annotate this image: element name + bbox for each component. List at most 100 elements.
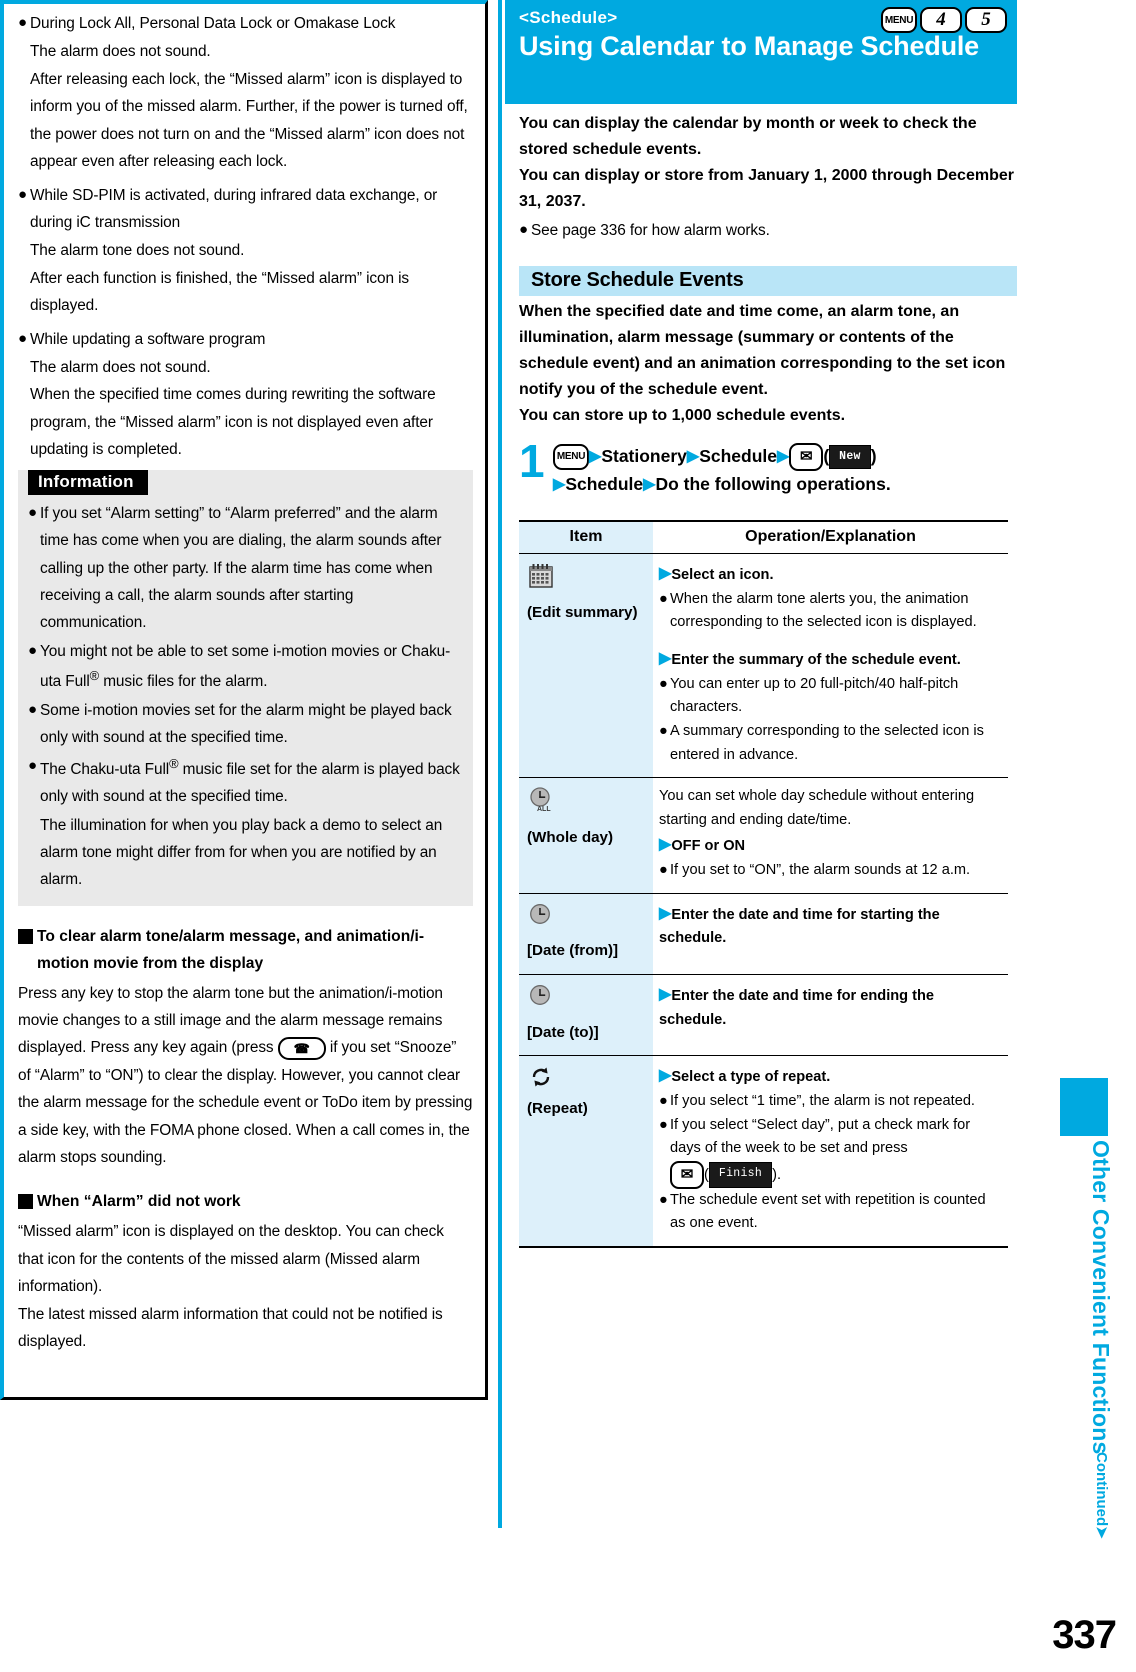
arrow-icon: ▶	[589, 447, 602, 465]
arrow-icon: ▶	[659, 1067, 672, 1085]
operation-bullet-text: If you select “Select day”, put a check …	[670, 1114, 1002, 1189]
table-cell-item: ALL (Whole day)	[519, 777, 653, 894]
table-cell-operation: You can set whole day schedule without e…	[653, 777, 1008, 894]
note-line: After releasing each lock, the “Missed a…	[30, 70, 468, 171]
table-item-label: [Date (to)]	[527, 1023, 599, 1041]
step-number: 1	[519, 434, 545, 487]
information-list: ● If you set “Alarm setting” to “Alarm p…	[28, 500, 463, 894]
information-item-text: You might not be able to set some i-moti…	[40, 642, 451, 691]
operation-heading: ▶Enter the date and time for ending the …	[659, 982, 1002, 1032]
operation-heading-text: Enter the date and time for starting the…	[659, 906, 940, 947]
information-item-text: Some i-motion movies set for the alarm m…	[40, 701, 452, 747]
right-column-content: You can display the calendar by month or…	[505, 111, 1017, 1249]
operation-bullet: ● If you select “1 time”, the alarm is n…	[659, 1090, 1002, 1114]
subheading-alarm-not-work: When “Alarm” did not work	[18, 1189, 473, 1216]
body-part-b: if you set “Snooze” of “Alarm” to “ON”) …	[18, 1039, 473, 1167]
lead-bullet: ● See page 336 for how alarm works.	[519, 217, 1017, 244]
arrow-icon: ▶	[659, 986, 672, 1004]
step-1: 1 MENU ▶Stationery▶Schedule▶ ✉(New) ▶Sched…	[519, 434, 1017, 499]
note-line: When the specified time comes during rew…	[30, 386, 436, 459]
lead-bullet-text: See page 336 for how alarm works.	[531, 221, 770, 239]
operation-bullet-text: When the alarm tone alerts you, the anim…	[670, 590, 977, 631]
operation-bullet: ● When the alarm tone alerts you, the an…	[659, 588, 1002, 635]
right-column: <Schedule> Using Calendar to Manage Sche…	[505, 0, 1017, 1249]
table-cell-operation: ▶Enter the date and time for ending the …	[653, 974, 1008, 1057]
step-part-2: Schedule	[699, 445, 778, 466]
note-bullet-title: During Lock All, Personal Data Lock or O…	[30, 15, 396, 32]
lead-line-2: You can display or store from January 1,…	[519, 166, 1014, 210]
table-item-label: (Edit summary)	[527, 603, 638, 621]
operation-bullet-text: You can enter up to 20 full-pitch/40 hal…	[670, 675, 959, 716]
arrow-icon: ▶	[553, 475, 566, 493]
note-bullet-title: While updating a software program	[30, 330, 266, 348]
operation-heading: ▶OFF or ON	[659, 832, 1002, 859]
arrow-icon: ▶	[659, 904, 672, 922]
note-bullet-title: While SD-PIM is activated, during infrar…	[30, 186, 438, 231]
operation-heading-text: Enter the summary of the schedule event.	[671, 652, 961, 668]
black-square-icon	[18, 1194, 33, 1210]
operation-bullet-text-b: ).	[772, 1166, 782, 1183]
operation-bullet: ● If you set to “ON”, the alarm sounds a…	[659, 859, 1002, 883]
information-item: ● You might not be able to set some i-mo…	[28, 638, 463, 696]
note-item: ● During Lock All, Personal Data Lock or…	[18, 10, 473, 176]
information-item: ● If you set “Alarm setting” to “Alarm p…	[28, 500, 463, 637]
operation-heading-text: OFF or ON	[671, 838, 746, 855]
table-row: ALL (Whole day) You can set whole day sc…	[519, 777, 1008, 894]
bullet-dot: ●	[18, 185, 27, 203]
section-banner: <Schedule> Using Calendar to Manage Sche…	[505, 0, 1017, 104]
subheading-clear-alarm: To clear alarm tone/alarm message, and a…	[18, 924, 473, 978]
section-heading: Store Schedule Events	[519, 266, 1017, 297]
bullet-dot: ●	[28, 641, 37, 659]
chapter-label: Other Convenient Functions	[1088, 1140, 1114, 1455]
information-tag: Information	[28, 469, 148, 495]
note-item: ● While SD-PIM is activated, during infr…	[18, 182, 473, 320]
arrow-icon: ▶	[686, 447, 700, 465]
subheading-body: “Missed alarm” icon is displayed on the …	[18, 1223, 444, 1350]
arrow-icon: ▶	[777, 447, 790, 465]
table-cell-item: [Date (to)]	[519, 974, 653, 1057]
mail-key-icon: ✉	[670, 1160, 704, 1189]
bullet-dot: ●	[659, 590, 668, 607]
table-cell-operation: ▶Select a type of repeat. ● If you selec…	[653, 1055, 1008, 1249]
subheading-text: To clear alarm tone/alarm message, and a…	[37, 927, 425, 972]
table-header-row: Item Operation/Explanation	[519, 520, 1008, 555]
section-intro: When the specified date and time come, a…	[519, 303, 1006, 424]
step-instruction: MENU ▶Stationery▶Schedule▶ ✉(New) ▶Schedul…	[553, 442, 1017, 499]
operation-heading: ▶Enter the date and time for starting th…	[659, 901, 1002, 951]
lead-line-1: You can display the calendar by month or…	[519, 115, 977, 158]
operation-bullet-text: If you set to “ON”, the alarm sounds at …	[670, 862, 971, 879]
bullet-dot: ●	[659, 1191, 668, 1208]
bullet-dot: ●	[659, 722, 668, 739]
menu-key-icon: MENU	[881, 7, 917, 33]
information-item: ● The Chaku-uta Full® music file set for…	[28, 753, 463, 811]
menu-key-icon: MENU	[553, 443, 589, 470]
table-row: (Repeat) ▶Select a type of repeat. ● If …	[519, 1055, 1008, 1249]
manual-page: ● During Lock All, Personal Data Lock or…	[0, 0, 1136, 1672]
bullet-dot: ●	[28, 700, 37, 718]
operation-heading-text: Enter the date and time for ending the s…	[659, 988, 935, 1028]
left-column: ● During Lock All, Personal Data Lock or…	[0, 0, 488, 1400]
operations-table: Item Operation/Explanation (Edit summary…	[519, 520, 1008, 1249]
chapter-tab-block	[1060, 1078, 1108, 1136]
operation-bullet: ● You can enter up to 20 full-pitch/40 h…	[659, 673, 1002, 720]
note-line: The alarm tone does not sound.	[30, 242, 245, 260]
arrow-icon: ▶	[659, 565, 672, 583]
notes-list: ● During Lock All, Personal Data Lock or…	[18, 10, 473, 464]
repeat-icon	[529, 1065, 647, 1093]
clock-icon	[529, 903, 647, 936]
operation-bullet: ● A summary corresponding to the selecte…	[659, 720, 1002, 767]
operation-heading-text: Select a type of repeat.	[671, 1069, 831, 1086]
bullet-dot: ●	[659, 1092, 668, 1109]
bullet-dot: ●	[659, 675, 668, 692]
bullet-dot: ●	[18, 329, 27, 347]
bullet-dot: ●	[519, 220, 528, 238]
table-cell-item: (Edit summary)	[519, 553, 653, 779]
operation-bullet-text: The schedule event set with repetition i…	[670, 1191, 986, 1232]
table-row: (Edit summary) ▶Select an icon. ● When t…	[519, 553, 1008, 779]
operation-bullet: ● The schedule event set with repetition…	[659, 1189, 1002, 1236]
page-number: 337	[1052, 1613, 1117, 1657]
operation-plain-text: You can set whole day schedule without e…	[659, 788, 975, 828]
subheading-text: When “Alarm” did not work	[37, 1193, 241, 1211]
column-divider	[498, 0, 502, 1528]
column-header-operation: Operation/Explanation	[653, 520, 1008, 555]
